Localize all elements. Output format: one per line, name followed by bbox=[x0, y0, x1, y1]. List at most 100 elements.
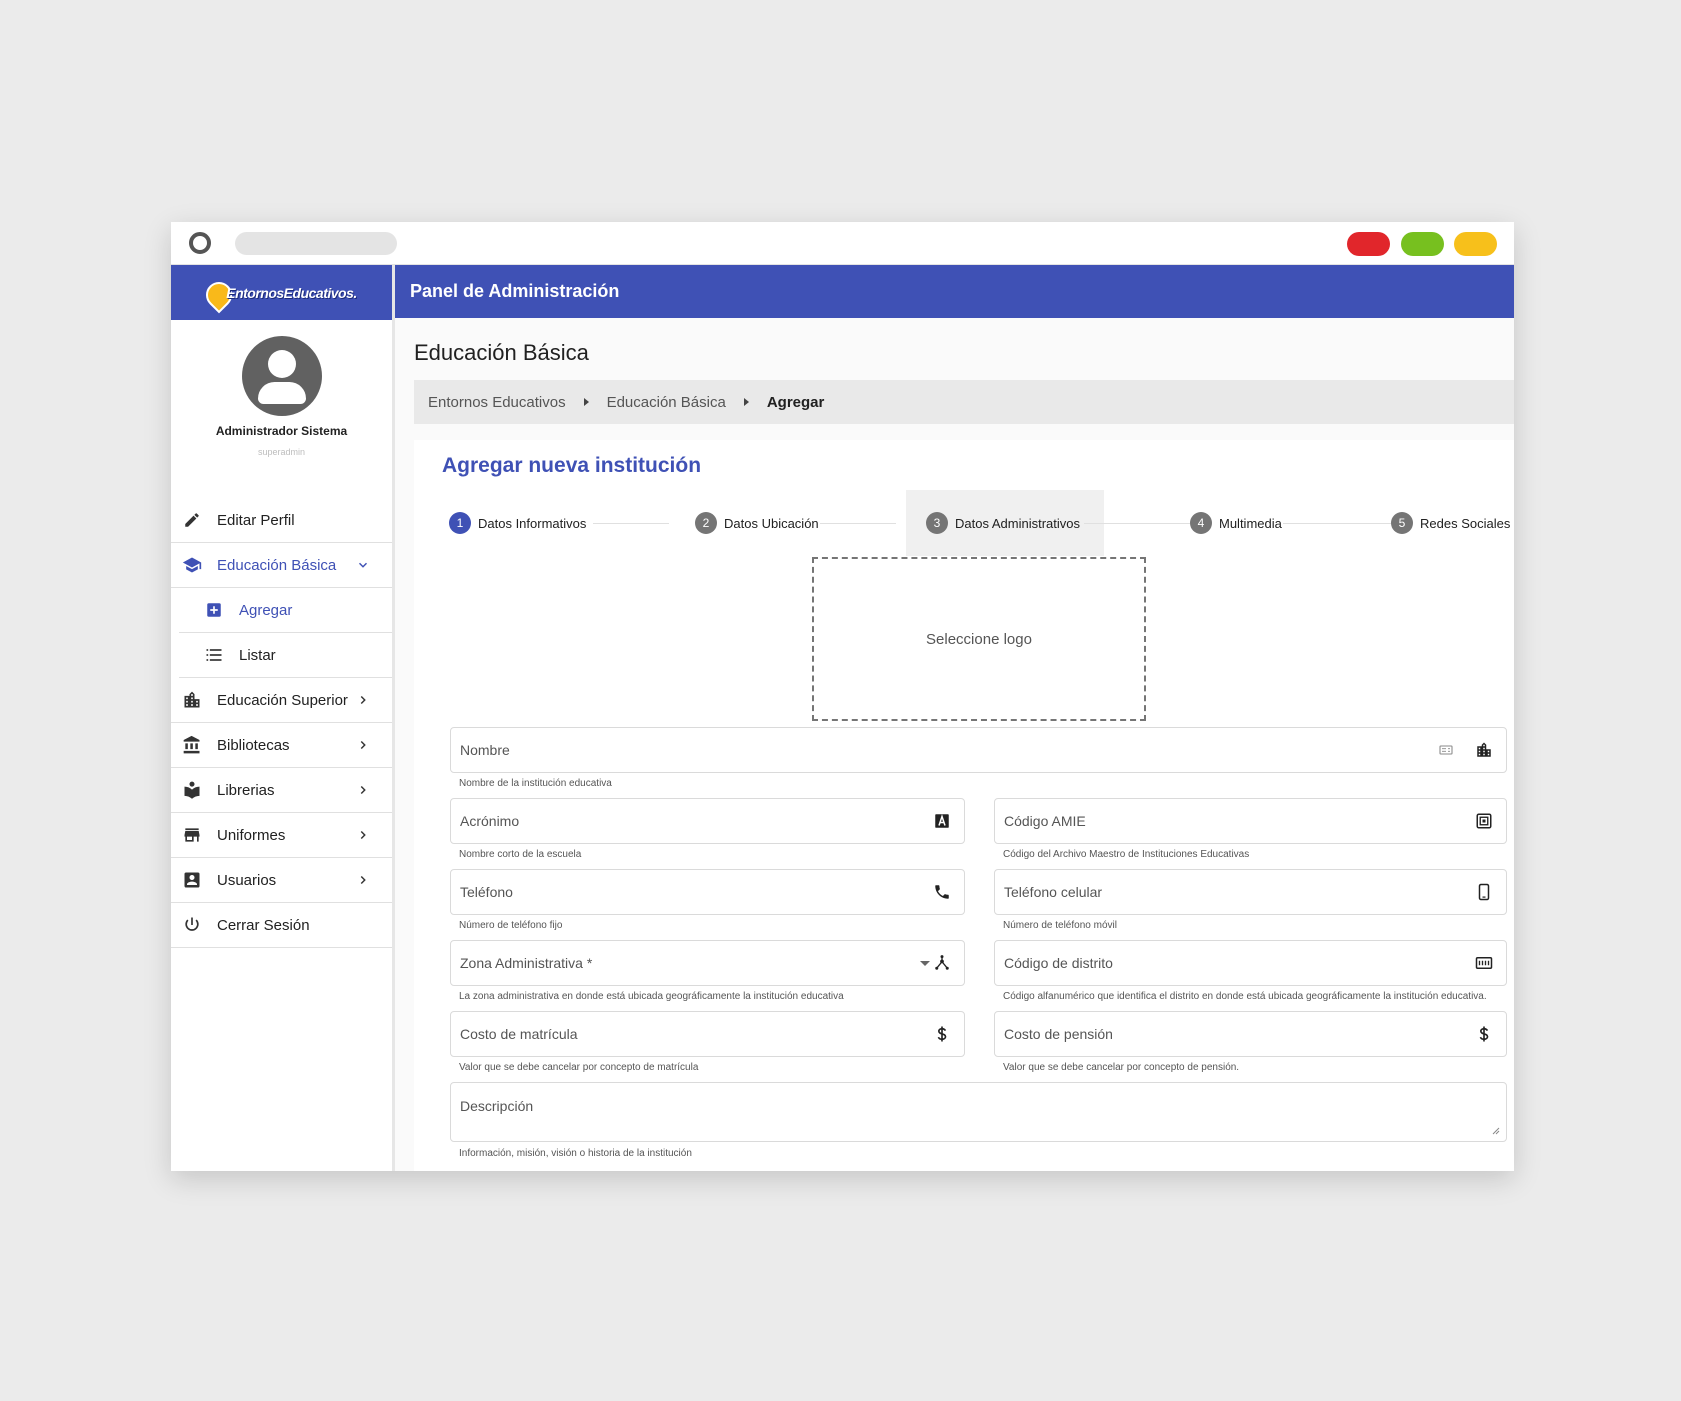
hub-icon bbox=[932, 953, 952, 973]
zona-select[interactable] bbox=[451, 941, 964, 985]
sidebar-item-cerrar-sesion[interactable]: Cerrar Sesión bbox=[171, 903, 392, 948]
matricula-field bbox=[450, 1011, 965, 1057]
chevron-right-icon[interactable] bbox=[354, 871, 372, 889]
pin-code-icon bbox=[1474, 953, 1494, 973]
sidebar-item-librerias[interactable]: Librerias bbox=[171, 768, 392, 813]
power-icon bbox=[181, 914, 203, 936]
nombre-hint: Nombre de la institución educativa bbox=[459, 778, 612, 789]
sidebar-item-label: Uniformes bbox=[217, 826, 286, 844]
descripcion-textarea[interactable] bbox=[451, 1083, 1506, 1141]
breadcrumb: Entornos Educativos Educación Básica Agr… bbox=[414, 380, 1514, 424]
stepper: 1 Datos Informativos 2 Datos Ubicación 3… bbox=[414, 490, 1514, 556]
sidebar-item-listar[interactable]: Listar bbox=[179, 633, 392, 678]
logo-upload-label: Seleccione logo bbox=[926, 630, 1032, 648]
account-box-icon bbox=[181, 869, 203, 891]
step-number: 1 bbox=[449, 512, 471, 534]
buildings-icon bbox=[181, 689, 203, 711]
sidebar-item-educacion-superior[interactable]: Educación Superior bbox=[171, 678, 392, 723]
step-redes-sociales[interactable]: 5 Redes Sociales bbox=[1391, 512, 1510, 534]
form-card: Agregar nueva institución 1 Datos Inform… bbox=[414, 440, 1514, 1171]
minimize-window-button[interactable] bbox=[1454, 232, 1497, 256]
header-title: Panel de Administración bbox=[410, 281, 620, 301]
browser-menu-icon[interactable] bbox=[189, 232, 211, 254]
pencil-icon bbox=[181, 509, 203, 531]
breadcrumb-item[interactable]: Entornos Educativos bbox=[428, 394, 566, 411]
amie-field bbox=[994, 798, 1507, 844]
dropdown-arrow-icon[interactable] bbox=[920, 961, 930, 966]
distrito-input[interactable] bbox=[995, 941, 1506, 985]
celular-hint: Número de teléfono móvil bbox=[1003, 920, 1117, 931]
step-label: Datos Informativos bbox=[478, 515, 587, 531]
pension-input[interactable] bbox=[995, 1012, 1506, 1056]
profile-username: superadmin bbox=[257, 447, 306, 457]
zona-field bbox=[450, 940, 965, 986]
step-number: 5 bbox=[1391, 512, 1413, 534]
sidebar-item-editar-perfil[interactable]: Editar Perfil bbox=[171, 498, 392, 543]
step-datos-ubicacion[interactable]: 2 Datos Ubicación bbox=[695, 512, 819, 534]
amie-hint: Código del Archivo Maestro de Institucio… bbox=[1003, 849, 1250, 860]
matricula-hint: Valor que se debe cancelar por concepto … bbox=[459, 1062, 699, 1073]
main-content: Panel de Administración Educación Básica… bbox=[395, 265, 1514, 1171]
app-header: Panel de Administración bbox=[395, 265, 1514, 318]
resize-handle-icon[interactable] bbox=[1492, 1127, 1500, 1135]
distrito-field bbox=[994, 940, 1507, 986]
chevron-right-icon[interactable] bbox=[354, 781, 372, 799]
sidebar-item-label: Listar bbox=[239, 646, 276, 664]
sidebar-item-bibliotecas[interactable]: Bibliotecas bbox=[171, 723, 392, 768]
nombre-field bbox=[450, 727, 1507, 773]
brand-logo[interactable]: EntornosEducativos. bbox=[200, 276, 357, 313]
sidebar-item-label: Bibliotecas bbox=[217, 736, 290, 754]
close-window-button[interactable] bbox=[1347, 232, 1390, 256]
chevron-right-icon[interactable] bbox=[354, 826, 372, 844]
step-number: 4 bbox=[1190, 512, 1212, 534]
step-label: Datos Administrativos bbox=[955, 515, 1080, 531]
pension-field bbox=[994, 1011, 1507, 1057]
nombre-input[interactable] bbox=[451, 728, 1506, 772]
chevron-right-icon[interactable] bbox=[354, 691, 372, 709]
sidebar-item-usuarios[interactable]: Usuarios bbox=[171, 858, 392, 903]
pension-hint: Valor que se debe cancelar por concepto … bbox=[1003, 1062, 1240, 1073]
dollar-icon bbox=[1474, 1024, 1494, 1044]
list-icon bbox=[203, 644, 225, 666]
descripcion-hint: Información, misión, visión o historia d… bbox=[459, 1148, 692, 1159]
matricula-input[interactable] bbox=[451, 1012, 964, 1056]
breadcrumb-separator-icon bbox=[743, 398, 749, 406]
celular-input[interactable] bbox=[995, 870, 1506, 914]
book-reader-icon bbox=[181, 779, 203, 801]
telefono-input[interactable] bbox=[451, 870, 964, 914]
address-bar[interactable] bbox=[235, 232, 397, 255]
sidebar-item-label: Editar Perfil bbox=[217, 511, 295, 529]
acronimo-field bbox=[450, 798, 965, 844]
chevron-right-icon[interactable] bbox=[354, 736, 372, 754]
sidebar-item-agregar[interactable]: Agregar bbox=[179, 588, 392, 633]
chevron-down-icon[interactable] bbox=[354, 556, 372, 574]
maximize-window-button[interactable] bbox=[1401, 232, 1444, 256]
sidebar-item-label: Educación Básica bbox=[217, 556, 337, 574]
buildings-icon bbox=[1474, 740, 1494, 760]
step-datos-informativos[interactable]: 1 Datos Informativos bbox=[449, 512, 586, 534]
logo-upload-area[interactable]: Seleccione logo bbox=[812, 557, 1146, 721]
smartphone-icon bbox=[1474, 882, 1494, 902]
step-datos-administrativos[interactable]: 3 Datos Administrativos bbox=[926, 512, 1080, 534]
sidebar-item-label: Usuarios bbox=[217, 871, 277, 889]
breadcrumb-item[interactable]: Educación Básica bbox=[607, 394, 726, 411]
step-label: Redes Sociales bbox=[1420, 515, 1511, 531]
profile-name: Administrador Sistema bbox=[215, 424, 348, 438]
sidebar-item-label: Cerrar Sesión bbox=[217, 916, 310, 934]
acronimo-hint: Nombre corto de la escuela bbox=[459, 849, 582, 860]
page-title: Educación Básica bbox=[414, 340, 589, 365]
acronimo-input[interactable] bbox=[451, 799, 964, 843]
form-title: Agregar nueva institución bbox=[442, 454, 702, 477]
sidebar-item-label: Agregar bbox=[239, 601, 293, 619]
zona-hint: La zona administrativa en donde está ubi… bbox=[459, 991, 844, 1002]
add-box-icon bbox=[203, 599, 225, 621]
amie-input[interactable] bbox=[995, 799, 1506, 843]
sidebar-item-educacion-basica[interactable]: Educación Básica bbox=[171, 543, 392, 588]
sidebar-item-uniformes[interactable]: Uniformes bbox=[171, 813, 392, 858]
descripcion-field bbox=[450, 1082, 1507, 1142]
step-multimedia[interactable]: 4 Multimedia bbox=[1190, 512, 1282, 534]
telefono-hint: Número de teléfono fijo bbox=[459, 920, 563, 931]
bank-icon bbox=[181, 734, 203, 756]
logo-text: EntornosEducativos. bbox=[226, 284, 357, 301]
telefono-field bbox=[450, 869, 965, 915]
